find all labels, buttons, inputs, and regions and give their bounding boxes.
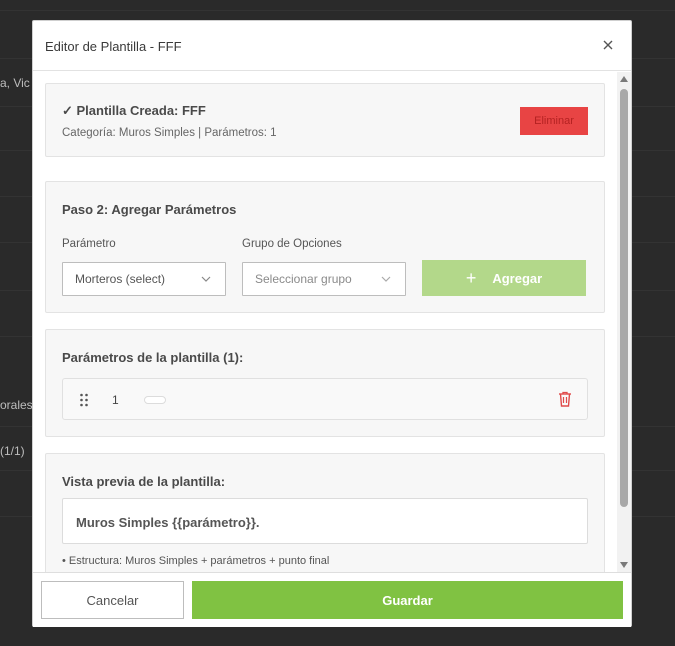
parameter-select[interactable]: Morteros (select) <box>62 262 226 296</box>
close-icon <box>603 40 613 50</box>
bg-text-fragment: orales <box>0 398 33 412</box>
bg-text-fragment: a, Vic <box>0 76 30 90</box>
option-group-select[interactable]: Seleccionar grupo <box>242 262 406 296</box>
parameter-select-value: Morteros (select) <box>75 272 166 286</box>
parameter-label: Parámetro <box>62 238 116 250</box>
preview-structure-note: • Estructura: Muros Simples + parámetros… <box>62 555 330 567</box>
parameter-tag <box>144 396 166 404</box>
chevron-down-icon <box>381 276 391 282</box>
parameter-row[interactable]: 1 <box>62 378 588 420</box>
parameter-number: 1 <box>112 393 119 407</box>
trash-icon[interactable] <box>557 390 573 408</box>
modal-scrollbar[interactable] <box>617 72 631 572</box>
bg-text-fragment: (1/1) <box>0 444 25 458</box>
preview-box: Muros Simples {{parámetro}}. <box>62 498 588 544</box>
parameters-title: Parámetros de la plantilla (1): <box>62 350 244 365</box>
modal-body[interactable]: ✓ Plantilla Creada: FFF Categoría: Muros… <box>33 72 631 572</box>
plus-icon: + <box>465 268 477 288</box>
close-button[interactable] <box>599 36 617 54</box>
delete-template-button[interactable]: Eliminar <box>520 107 588 135</box>
modal-title: Editor de Plantilla - FFF <box>45 39 182 54</box>
option-group-placeholder: Seleccionar grupo <box>255 272 352 286</box>
template-preview-card: Vista previa de la plantilla: Muros Simp… <box>45 453 605 572</box>
scroll-up-arrow-icon[interactable] <box>620 76 628 82</box>
bg-divider <box>0 10 675 11</box>
template-editor-modal: Editor de Plantilla - FFF ✓ Plantilla Cr… <box>32 20 632 627</box>
add-parameters-card: Paso 2: Agregar Parámetros Parámetro Gru… <box>45 181 605 313</box>
add-parameter-button[interactable]: + Agregar <box>422 260 586 296</box>
created-meta: Categoría: Muros Simples | Parámetros: 1 <box>62 127 277 139</box>
preview-text: Muros Simples {{parámetro}}. <box>76 515 260 530</box>
drag-handle-icon[interactable] <box>79 393 89 407</box>
chevron-down-icon <box>201 276 211 282</box>
option-group-label: Grupo de Opciones <box>242 238 342 250</box>
scroll-down-arrow-icon[interactable] <box>620 562 628 568</box>
template-parameters-card: Parámetros de la plantilla (1): 1 <box>45 329 605 437</box>
scrollbar-thumb[interactable] <box>620 89 628 507</box>
step-title: Paso 2: Agregar Parámetros <box>62 202 237 217</box>
modal-header: Editor de Plantilla - FFF <box>33 21 631 71</box>
created-title: ✓ Plantilla Creada: FFF <box>62 103 206 118</box>
template-created-card: ✓ Plantilla Creada: FFF Categoría: Muros… <box>45 83 605 157</box>
save-button[interactable]: Guardar <box>192 581 623 619</box>
cancel-button[interactable]: Cancelar <box>41 581 184 619</box>
add-parameter-label: Agregar <box>492 270 543 286</box>
modal-footer: Cancelar Guardar <box>33 572 631 627</box>
preview-title: Vista previa de la plantilla: <box>62 474 226 489</box>
